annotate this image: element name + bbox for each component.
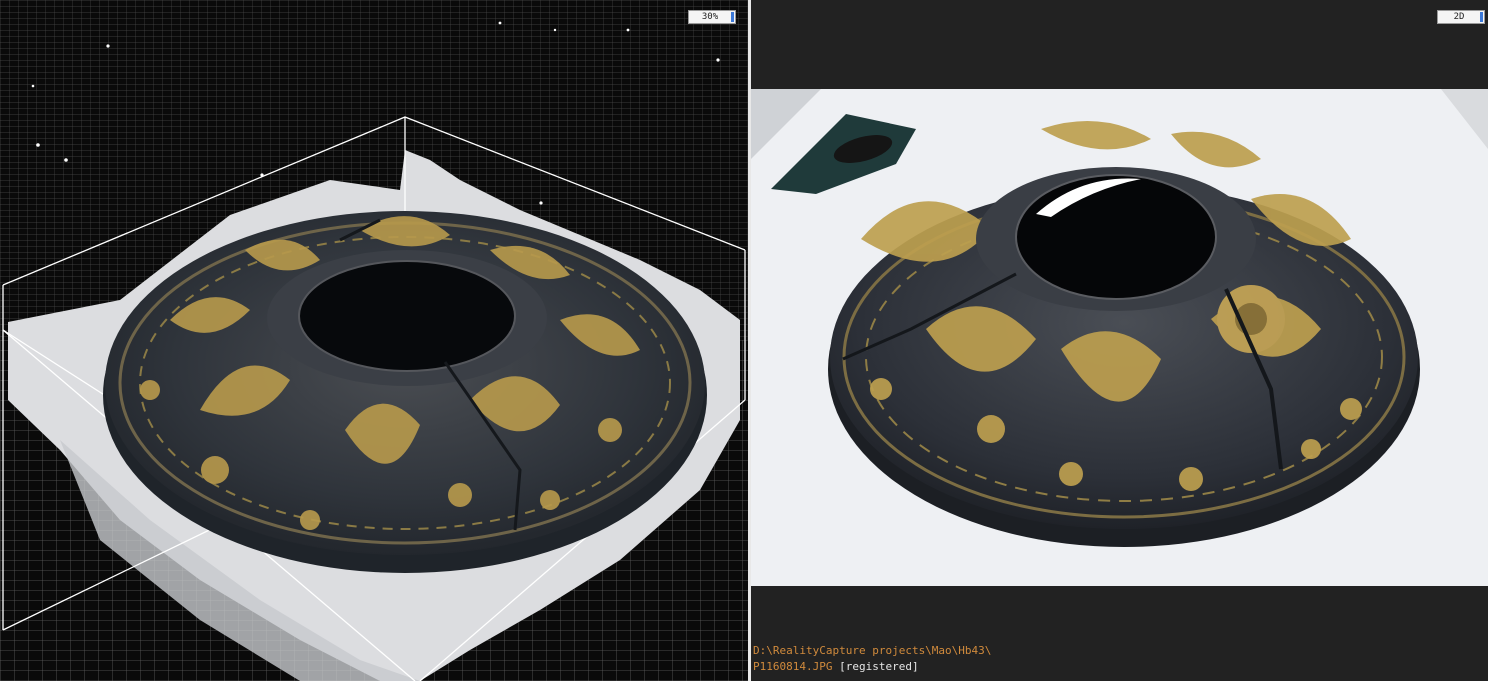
view-mode-label: 2D bbox=[1453, 12, 1465, 22]
zoom-label: 30% bbox=[701, 12, 719, 22]
image-info: D:\RealityCapture projects\Mao\Hb43\ P11… bbox=[753, 643, 991, 675]
image-filename: P1160814.JPG bbox=[753, 660, 833, 673]
zoom-indicator-bar bbox=[731, 12, 734, 22]
view-mode-indicator[interactable]: 2D bbox=[1437, 10, 1485, 24]
2d-image-viewer[interactable]: 2D D:\RealityCapture projects\Mao\Hb43\ … bbox=[751, 0, 1488, 681]
zoom-indicator[interactable]: 30% bbox=[688, 10, 736, 24]
image-path: D:\RealityCapture projects\Mao\Hb43\ bbox=[753, 644, 992, 657]
image-status: [registered] bbox=[839, 660, 919, 673]
ornamented-disk-model bbox=[103, 211, 707, 573]
source-photo[interactable] bbox=[751, 89, 1488, 586]
3d-viewport[interactable]: 30% bbox=[0, 0, 748, 681]
view-mode-indicator-bar bbox=[1480, 12, 1483, 22]
3d-scene[interactable] bbox=[0, 0, 748, 681]
